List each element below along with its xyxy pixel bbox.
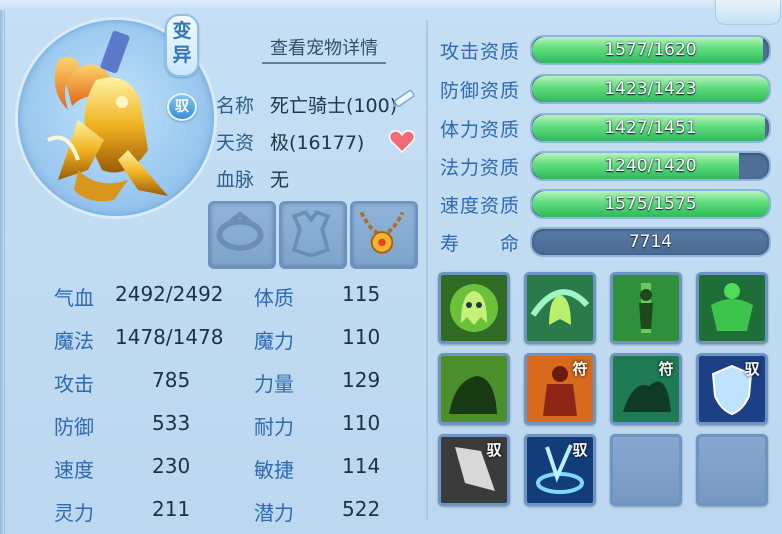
aptitude-label: 防御资质 xyxy=(440,80,521,102)
necklace-icon xyxy=(359,211,405,254)
skill-tag-yu: 驭 xyxy=(572,441,588,459)
window-top-border xyxy=(0,0,782,10)
stat-label-right: 力量 xyxy=(254,372,294,396)
aptitude-bar: 1575/1575 xyxy=(530,189,771,219)
skill-slot-10[interactable]: 驭 xyxy=(524,434,596,506)
aptitude-bar-value: 1427/1451 xyxy=(604,118,697,138)
equipment-slot-ring[interactable] xyxy=(208,201,276,269)
aptitude-label: 寿 命 xyxy=(440,233,521,255)
window-corner-tab xyxy=(715,0,781,25)
aptitude-label: 天资 xyxy=(216,132,255,154)
column-divider xyxy=(426,20,428,520)
stat-label-left: 灵力 xyxy=(54,501,94,525)
aptitude-label: 法力资质 xyxy=(440,157,521,179)
pet-aptitude-row: 天资 极(16177) xyxy=(216,128,364,155)
stat-label-left: 气血 xyxy=(54,286,94,310)
aptitude-bar: 1423/1423 xyxy=(530,74,771,104)
skill-slot-5[interactable] xyxy=(438,353,510,425)
aptitude-bar-value: 1575/1575 xyxy=(604,194,697,214)
aptitude-label: 体力资质 xyxy=(440,119,521,141)
skill-tag-yu: 驭 xyxy=(744,360,760,378)
aptitude-bar: 1427/1451 xyxy=(530,113,771,143)
skill-slot-empty-1[interactable] xyxy=(610,434,682,506)
stat-label-left: 魔法 xyxy=(54,329,94,353)
ride-badge[interactable]: 驭 xyxy=(167,93,197,121)
skill-slot-6[interactable]: 符 xyxy=(524,353,596,425)
view-pet-details-link[interactable]: 查看宠物详情 xyxy=(262,34,386,64)
stat-label-right: 体质 xyxy=(254,286,294,310)
stat-label-right: 耐力 xyxy=(254,415,294,439)
skill-slot-9[interactable]: 驭 xyxy=(438,434,510,506)
skill-slot-4[interactable] xyxy=(696,272,768,344)
equipment-slot-necklace[interactable] xyxy=(350,201,418,269)
skill-tag-yu: 驭 xyxy=(486,441,502,459)
aptitude-bar-value: 7714 xyxy=(628,232,673,252)
beast-silhouette-skill-icon xyxy=(441,356,507,422)
stat-value-right: 110 xyxy=(342,325,381,349)
stat-value-left: 230 xyxy=(152,454,191,478)
stat-value-left: 1478/1478 xyxy=(115,325,224,349)
green-figure-skill-icon xyxy=(613,275,679,341)
stat-label-right: 魔力 xyxy=(254,329,294,353)
green-ghost-skill-icon xyxy=(441,275,507,341)
name-value: 死亡骑士(100) xyxy=(270,95,398,117)
stat-value-right: 110 xyxy=(342,411,381,435)
armor-icon xyxy=(291,210,331,258)
stat-value-right: 129 xyxy=(342,368,381,392)
name-label: 名称 xyxy=(216,95,255,117)
skill-slot-1[interactable] xyxy=(438,272,510,344)
skill-tag-fu: 符 xyxy=(658,360,674,378)
skill-slot-2[interactable] xyxy=(524,272,596,344)
stat-value-right: 522 xyxy=(342,497,381,521)
stat-label-left: 攻击 xyxy=(54,372,94,396)
aptitude-bar-value: 1240/1420 xyxy=(604,156,697,176)
stat-value-left: 211 xyxy=(152,497,191,521)
stat-value-left: 785 xyxy=(152,368,191,392)
stat-value-left: 2492/2492 xyxy=(115,282,224,306)
stat-label-left: 速度 xyxy=(54,458,94,482)
variant-badge: 变异 xyxy=(165,14,199,77)
aptitude-bar: 7714 xyxy=(530,227,771,257)
skill-slot-3[interactable] xyxy=(610,272,682,344)
edit-name-pencil-icon[interactable] xyxy=(388,86,418,112)
bloodline-value: 无 xyxy=(270,169,290,191)
pet-name-row: 名称 死亡骑士(100) xyxy=(216,91,397,118)
aptitude-bar: 1240/1420 xyxy=(530,151,771,181)
skill-slot-7[interactable]: 符 xyxy=(610,353,682,425)
bloodline-label: 血脉 xyxy=(216,169,255,191)
equipment-slot-armor[interactable] xyxy=(279,201,347,269)
aptitude-bar-value: 1577/1620 xyxy=(604,40,697,60)
stat-value-right: 115 xyxy=(342,282,381,306)
stat-value-left: 533 xyxy=(152,411,191,435)
swirl-ghost-skill-icon xyxy=(527,275,593,341)
stat-label-right: 敏捷 xyxy=(254,458,294,482)
stat-value-right: 114 xyxy=(342,454,381,478)
aptitude-label: 攻击资质 xyxy=(440,41,521,63)
skill-slot-empty-2[interactable] xyxy=(696,434,768,506)
skill-slot-8[interactable]: 驭 xyxy=(696,353,768,425)
muscle-man-skill-icon xyxy=(699,275,765,341)
aptitude-label: 速度资质 xyxy=(440,195,521,217)
stat-label-right: 潜力 xyxy=(254,501,294,525)
skill-tag-fu: 符 xyxy=(572,360,588,378)
ring-icon xyxy=(216,211,264,251)
aptitude-bar-value: 1423/1423 xyxy=(604,79,697,99)
aptitude-value: 极(16177) xyxy=(270,132,365,154)
aptitude-bar: 1577/1620 xyxy=(530,35,771,65)
stat-label-left: 防御 xyxy=(54,415,94,439)
heart-icon[interactable] xyxy=(388,128,416,154)
pet-bloodline-row: 血脉 无 xyxy=(216,165,289,192)
